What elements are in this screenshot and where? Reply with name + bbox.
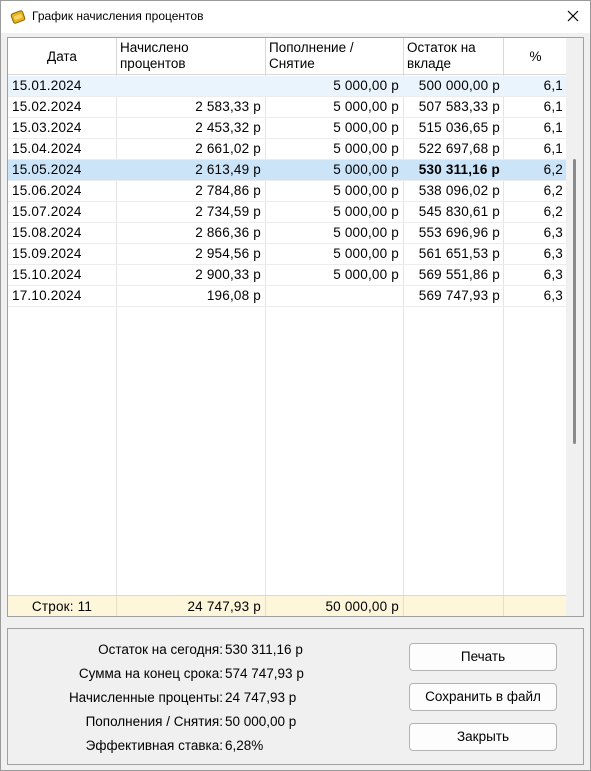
save-to-file-button[interactable]: Сохранить в файл <box>409 683 557 711</box>
summary-label: Пополнения / Снятия: <box>85 714 223 729</box>
cell-deposit: 5 000,00 р <box>333 225 399 240</box>
cell-deposit: 5 000,00 р <box>333 162 399 177</box>
summary-value: 530 311,16 р <box>225 642 303 657</box>
cell-deposit: 5 000,00 р <box>333 246 399 261</box>
cell-date: 15.06.2024 <box>12 183 82 198</box>
cell-date: 15.10.2024 <box>12 267 82 282</box>
header-interest[interactable]: Начислено процентов <box>117 38 266 75</box>
cell-rate: 6,1 <box>543 141 563 156</box>
cell-rate: 6,3 <box>543 288 563 303</box>
print-button[interactable]: Печать <box>409 643 557 671</box>
cell-deposit: 5 000,00 р <box>333 204 399 219</box>
cell-balance: 522 697,68 р <box>418 141 500 156</box>
cell-balance: 569 551,86 р <box>418 267 500 282</box>
footer-row-count: Строк: 11 <box>31 599 93 614</box>
summary-value: 24 747,93 р <box>225 690 297 705</box>
header-date[interactable]: Дата <box>8 38 117 75</box>
cell-date: 15.04.2024 <box>12 141 82 156</box>
cell-interest: 2 453,32 р <box>195 120 261 135</box>
footer-deposit-total: 50 000,00 р <box>325 599 399 614</box>
cell-balance: 545 830,61 р <box>418 204 500 219</box>
cell-rate: 6,1 <box>543 78 563 93</box>
cell-deposit: 5 000,00 р <box>333 141 399 156</box>
cell-date: 15.05.2024 <box>12 162 82 177</box>
cell-deposit: 5 000,00 р <box>333 183 399 198</box>
table-footer: Строк: 11 24 747,93 р 50 000,00 р <box>8 595 567 616</box>
schedule-table[interactable]: Дата Начислено процентов Пополнение / Сн… <box>7 37 584 617</box>
cell-date: 15.01.2024 <box>12 78 82 93</box>
scrollbar-thumb[interactable] <box>573 159 576 444</box>
cell-rate: 6,1 <box>543 120 563 135</box>
cell-interest: 2 613,49 р <box>195 162 261 177</box>
cell-interest: 2 661,02 р <box>195 141 261 156</box>
cell-interest: 2 954,56 р <box>195 246 261 261</box>
close-button[interactable]: Закрыть <box>409 723 557 751</box>
close-icon <box>567 10 579 25</box>
table-row[interactable]: 17.10.2024 196,08 р 569 747,93 р 6,3 <box>8 286 567 307</box>
header-rate[interactable]: % <box>504 38 567 75</box>
cell-date: 15.03.2024 <box>12 120 82 135</box>
cell-balance: 500 000,00 р <box>418 78 500 93</box>
cell-interest: 2 866,36 р <box>195 225 261 240</box>
cell-interest <box>117 76 265 96</box>
summary-value: 50 000,00 р <box>225 714 297 729</box>
table-row[interactable]: 15.06.2024 2 784,86 р 5 000,00 р 538 096,02… <box>8 181 567 202</box>
table-row[interactable]: 15.04.2024 2 661,02 р 5 000,00 р 522 697,68… <box>8 139 567 160</box>
cell-rate: 6,3 <box>543 246 563 261</box>
cell-balance: 569 747,93 р <box>418 288 500 303</box>
table-row[interactable]: 15.05.2024 2 613,49 р 5 000,00 р 530 311,16… <box>8 160 567 181</box>
table-row[interactable]: 15.02.2024 2 583,33 р 5 000,00 р 507 583,33… <box>8 97 567 118</box>
cell-rate: 6,1 <box>543 99 563 114</box>
summary-value: 574 747,93 р <box>225 666 304 681</box>
summary-label: Сумма на конец срока: <box>78 666 223 681</box>
cell-balance: 553 696,96 р <box>418 225 500 240</box>
title-bar[interactable]: График начисления процентов <box>1 1 590 33</box>
table-row[interactable]: 15.07.2024 2 734,59 р 5 000,00 р 545 830,61… <box>8 202 567 223</box>
cell-deposit: 5 000,00 р <box>333 99 399 114</box>
cell-rate: 6,2 <box>543 204 563 219</box>
cell-balance: 530 311,16 р <box>418 162 500 177</box>
summary-value: 6,28% <box>225 738 264 753</box>
table-row[interactable]: 15.09.2024 2 954,56 р 5 000,00 р 561 651,53… <box>8 244 567 265</box>
cell-date: 15.09.2024 <box>12 246 82 261</box>
summary-label: Остаток на сегодня: <box>98 642 223 657</box>
cell-interest: 2 734,59 р <box>195 204 261 219</box>
footer-interest-total: 24 747,93 р <box>187 599 261 614</box>
summary-panel: Остаток на сегодня: 530 311,16 р Сумма на … <box>7 628 584 765</box>
cell-rate: 6,3 <box>543 267 563 282</box>
cell-deposit: 5 000,00 р <box>333 267 399 282</box>
coin-stack-icon <box>10 9 26 25</box>
header-balance[interactable]: Остаток на вкладе <box>404 38 504 75</box>
cell-deposit: 5 000,00 р <box>333 120 399 135</box>
cell-date: 15.08.2024 <box>12 225 82 240</box>
table-header: Дата Начислено процентов Пополнение / Сн… <box>8 38 567 75</box>
table-row[interactable]: 15.08.2024 2 866,36 р 5 000,00 р 553 696,96… <box>8 223 567 244</box>
cell-rate: 6,3 <box>543 225 563 240</box>
cell-date: 15.02.2024 <box>12 99 82 114</box>
cell-deposit <box>266 286 403 306</box>
table-row[interactable]: 15.01.2024 5 000,00 р 500 000,00 р 6,1 <box>8 76 567 97</box>
cell-interest: 2 784,86 р <box>195 183 261 198</box>
close-window-button[interactable] <box>556 1 590 33</box>
vertical-scrollbar[interactable] <box>566 38 583 616</box>
cell-rate: 6,2 <box>543 183 563 198</box>
cell-balance: 538 096,02 р <box>418 183 500 198</box>
cell-date: 15.07.2024 <box>12 204 82 219</box>
cell-interest: 196,08 р <box>206 288 261 303</box>
table-row[interactable]: 15.03.2024 2 453,32 р 5 000,00 р 515 036,65… <box>8 118 567 139</box>
cell-interest: 2 583,33 р <box>195 99 261 114</box>
cell-balance: 561 651,53 р <box>418 246 500 261</box>
table-row[interactable]: 15.10.2024 2 900,33 р 5 000,00 р 569 551,86… <box>8 265 567 286</box>
header-deposit[interactable]: Пополнение / Снятие <box>266 38 404 75</box>
cell-interest: 2 900,33 р <box>195 267 261 282</box>
interest-schedule-window: График начисления процентов Дата Начисле… <box>0 0 591 771</box>
cell-date: 17.10.2024 <box>12 288 82 303</box>
summary-label: Эффективная ставка: <box>85 738 223 753</box>
summary-label: Начисленные проценты: <box>68 690 223 705</box>
cell-balance: 515 036,65 р <box>418 120 500 135</box>
cell-deposit: 5 000,00 р <box>333 78 399 93</box>
cell-balance: 507 583,33 р <box>418 99 500 114</box>
cell-rate: 6,2 <box>543 162 563 177</box>
window-title: График начисления процентов <box>32 9 204 23</box>
